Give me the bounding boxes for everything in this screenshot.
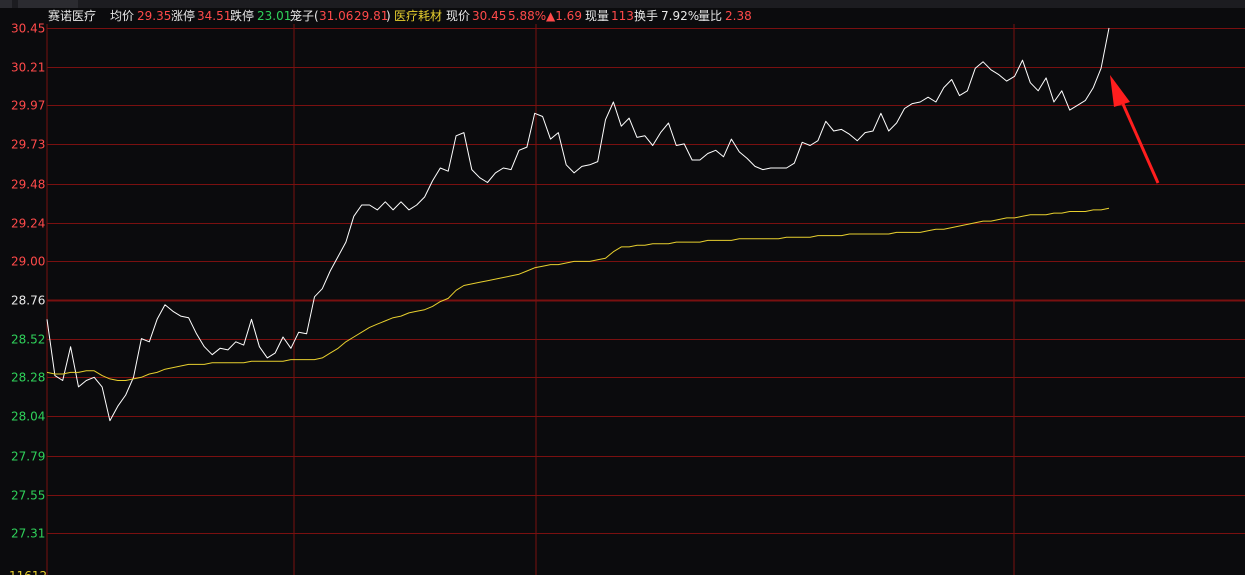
turnover-label: 换手 bbox=[634, 9, 659, 23]
y-tick-label-partial: 11612 bbox=[9, 569, 47, 575]
y-tick-label-5: 29.24 bbox=[11, 217, 45, 231]
cage-value-2: 29.81 bbox=[354, 9, 389, 23]
annotation-arrow-head bbox=[1110, 75, 1130, 107]
volume-label: 现量 bbox=[585, 9, 610, 23]
y-tick-label-2: 29.97 bbox=[11, 99, 45, 113]
avg-price-label: 均价 bbox=[110, 9, 135, 23]
pct-change: 5.88% bbox=[508, 9, 547, 23]
avg-price-value: 29.35 bbox=[137, 9, 172, 23]
y-tick-label-9: 28.28 bbox=[11, 371, 45, 385]
annotation-arrow-shaft bbox=[1121, 103, 1160, 184]
limit-down-label: 跌停 bbox=[230, 9, 255, 23]
y-tick-label-12: 27.55 bbox=[11, 489, 45, 503]
stock-name: 赛诺医疗 bbox=[48, 9, 97, 23]
volume-ratio-label: 量比 bbox=[698, 9, 723, 23]
y-tick-label-4: 29.48 bbox=[11, 178, 45, 192]
y-tick-label-7: 28.76 bbox=[11, 294, 45, 308]
average-line bbox=[46, 207, 1110, 381]
y-tick-label-13: 27.31 bbox=[11, 527, 45, 541]
y-tick-label-6: 29.00 bbox=[11, 255, 45, 269]
cage-value-1: 31.06 bbox=[319, 9, 354, 23]
sector-label[interactable]: 医疗耗材 bbox=[394, 8, 442, 25]
y-tick-label-3: 29.73 bbox=[11, 138, 45, 152]
limit-up-value: 34.51 bbox=[197, 9, 232, 23]
cage-close: ) bbox=[386, 9, 391, 23]
limit-down-value: 23.01 bbox=[257, 9, 292, 23]
y-tick-label-11: 27.79 bbox=[11, 450, 45, 464]
y-tick-label-1: 30.21 bbox=[11, 61, 45, 75]
price-line bbox=[46, 27, 1110, 422]
volume-ratio-value: 2.38 bbox=[725, 9, 752, 23]
volume-value: 113 bbox=[611, 9, 634, 23]
y-tick-label-10: 28.04 bbox=[11, 410, 45, 424]
y-tick-label-8: 28.52 bbox=[11, 333, 45, 347]
turnover-value: 7.92% bbox=[661, 9, 700, 23]
intraday-chart[interactable]: 30.45 30.21 29.97 29.73 29.48 29.24 29.00 28.76… bbox=[0, 0, 1245, 575]
cage-label: 笼子( bbox=[290, 9, 319, 23]
price-label: 现价 bbox=[446, 9, 471, 23]
price-value: 30.45 bbox=[472, 9, 507, 23]
limit-up-label: 涨停 bbox=[171, 9, 196, 23]
quote-header: 赛诺医疗 均价 29.35 涨停 34.51 跌停 23.01 笼子( 31.0… bbox=[0, 8, 1245, 25]
price-change: ▲1.69 bbox=[546, 9, 582, 23]
